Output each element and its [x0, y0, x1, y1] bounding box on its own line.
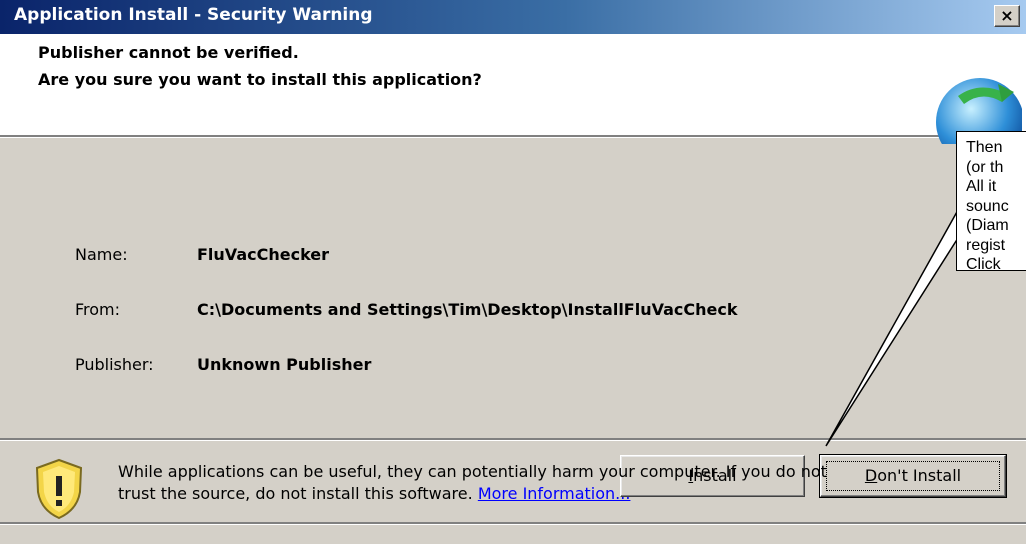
bottom-divider — [0, 522, 1026, 525]
callout-line-5: (Diam — [966, 217, 1009, 234]
warning-text-line-1: While applications can be useful, they c… — [118, 462, 827, 481]
name-value: FluVacChecker — [197, 245, 330, 264]
warning-message: While applications can be useful, they c… — [118, 461, 998, 505]
callout-line-6: regist — [966, 236, 1006, 254]
callout-line-3: All it — [966, 178, 997, 195]
publisher-label: Publisher: — [75, 355, 154, 374]
from-label: From: — [75, 300, 121, 319]
callout-text: Then (or th All it sounc (Diam regist Cl… — [966, 138, 1026, 275]
publisher-value: Unknown Publisher — [197, 355, 372, 374]
warning-divider — [0, 438, 1026, 441]
from-value: C:\Documents and Settings\Tim\Desktop\In… — [197, 300, 738, 319]
header-line-1: Publisher cannot be verified. — [38, 43, 299, 62]
name-label: Name: — [75, 245, 128, 264]
callout-box: Then (or th All it sounc (Diam regist Cl… — [956, 131, 1026, 273]
shield-warning-icon — [35, 458, 83, 520]
callout-line-1: Then — [966, 139, 1003, 156]
callout-line-7: Click — [966, 256, 1001, 273]
callout-line-2: (or th — [966, 158, 1004, 176]
header-divider — [0, 135, 1026, 138]
title-bar: Application Install - Security Warning × — [0, 0, 1026, 34]
window-title: Application Install - Security Warning — [14, 5, 373, 25]
warning-text-line-2: trust the source, do not install this so… — [118, 484, 473, 503]
close-button[interactable]: × — [994, 5, 1020, 27]
close-icon: × — [1000, 6, 1014, 25]
callout-line-4: sounc — [966, 197, 1009, 215]
header-line-2: Are you sure you want to install this ap… — [38, 70, 482, 89]
more-information-link[interactable]: More Information... — [478, 484, 631, 503]
